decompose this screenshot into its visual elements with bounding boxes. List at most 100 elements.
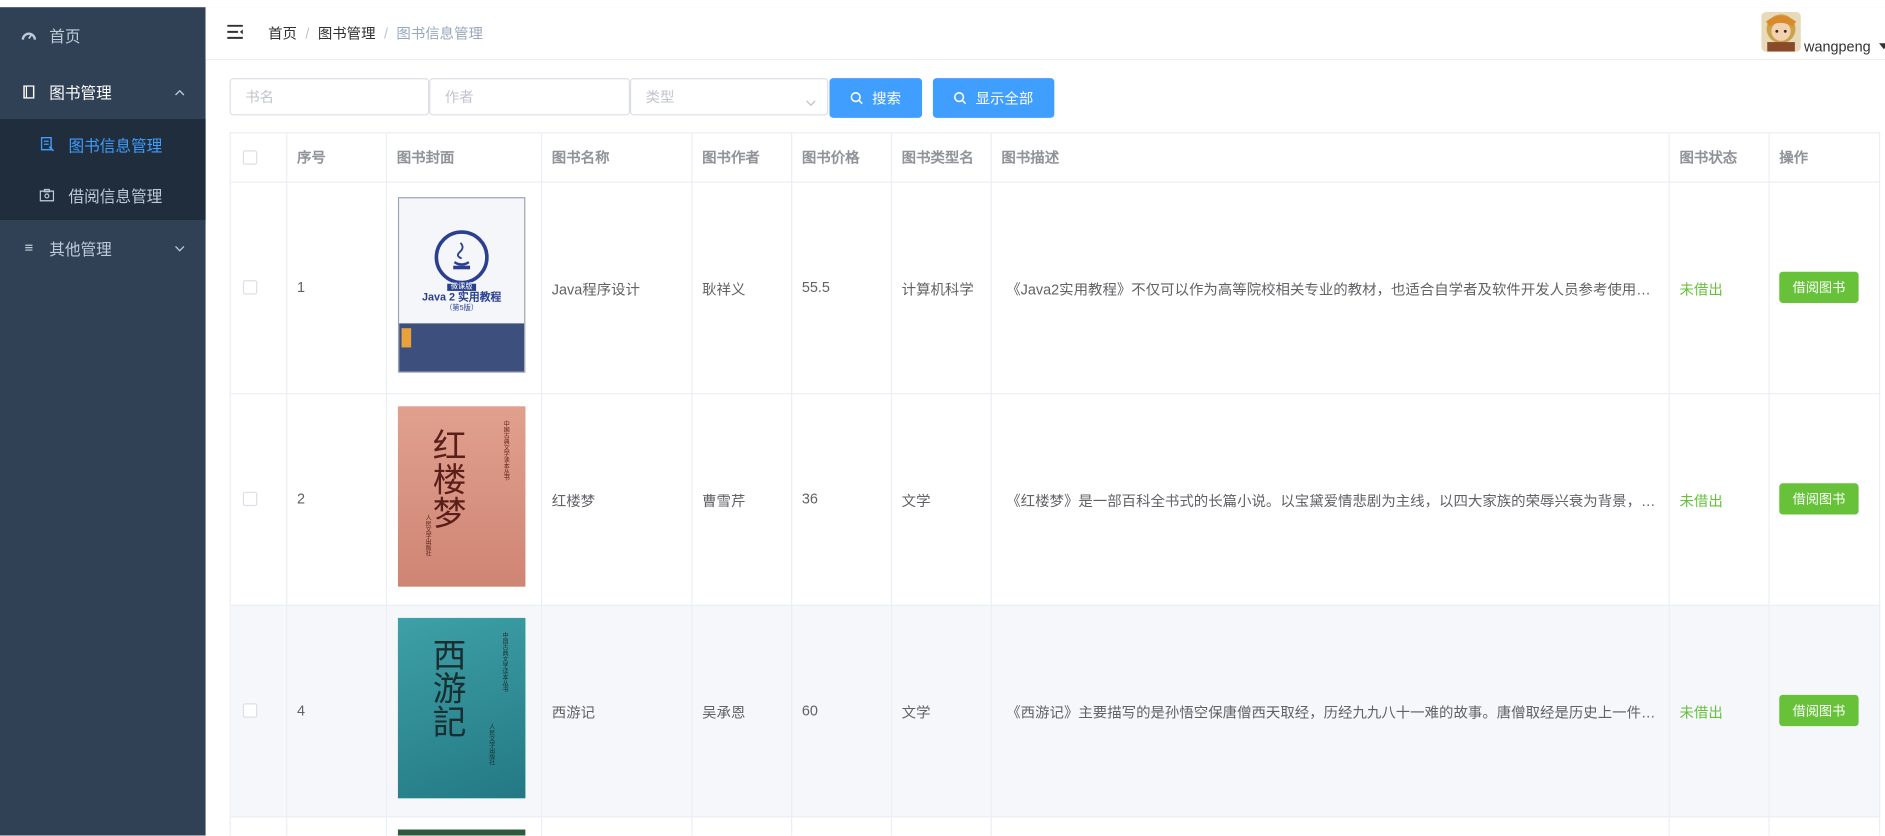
row-checkbox[interactable] <box>242 703 258 718</box>
breadcrumb: 首页 / 图书管理 / 图书信息管理 <box>268 23 483 43</box>
cell-type: 文学 <box>901 492 931 510</box>
breadcrumb-current: 图书信息管理 <box>396 25 483 43</box>
borrow-book-button[interactable]: 借阅图书 <box>1779 271 1859 303</box>
row-divider <box>230 393 1881 395</box>
sidebar-subitem-label: 图书信息管理 <box>68 136 163 155</box>
search-button-label: 搜索 <box>872 90 902 107</box>
search-button[interactable]: 搜索 <box>829 78 923 118</box>
book-cover-java: 微课版 Java 2 实用教程 （第5版） <box>397 197 526 373</box>
col-divider <box>1668 133 1670 836</box>
select-all-checkbox[interactable] <box>242 150 258 165</box>
cell-price: 60 <box>801 702 818 719</box>
cell-type: 文学 <box>901 704 931 722</box>
column-header-action[interactable]: 操作 <box>1779 133 1808 181</box>
book-submenu: 图书信息管理 借阅信息管理 <box>0 119 206 221</box>
col-divider <box>540 133 543 836</box>
book-cover-hongloumeng: 红楼梦 中国古典文学读本丛书 人民文学出版社 <box>397 406 526 587</box>
type-select-input[interactable] <box>631 79 828 115</box>
cell-author: 耿祥义 <box>702 281 746 299</box>
column-header-author[interactable]: 图书作者 <box>702 133 760 181</box>
navbar: 首页 / 图书管理 / 图书信息管理 wangpeng <box>205 7 1885 61</box>
sidebar-item-book-info[interactable]: 图书信息管理 <box>0 119 206 169</box>
column-header-status[interactable]: 图书状态 <box>1679 133 1737 181</box>
cover-series: 中国古典文学读本丛书 <box>501 632 509 693</box>
column-header-id[interactable]: 序号 <box>297 133 326 181</box>
cell-name: 西游记 <box>551 704 596 722</box>
sidebar-item-home[interactable]: 首页 <box>0 7 206 62</box>
cell-id: 2 <box>296 490 305 508</box>
java-logo-icon <box>434 230 489 285</box>
cover-title: 红楼梦 <box>427 427 468 529</box>
cell-author: 吴承恩 <box>702 704 746 722</box>
author-input[interactable] <box>430 79 629 115</box>
sidebar-item-borrow-info[interactable]: 借阅信息管理 <box>0 170 206 220</box>
col-divider <box>691 133 693 836</box>
cell-author: 曹雪芹 <box>702 492 746 510</box>
chevron-up-icon <box>174 82 185 100</box>
list-icon <box>22 240 36 254</box>
cell-description: 《西游记》主要描写的是孙悟空保唐僧西天取经，历经九九八十一难的故事。唐僧取经是历… <box>1006 704 1663 722</box>
sidebar-item-label: 图书管理 <box>49 83 112 102</box>
breadcrumb-book-management[interactable]: 图书管理 <box>318 23 376 43</box>
sidebar-subitem-label: 借阅信息管理 <box>68 186 163 205</box>
book-name-field[interactable] <box>229 78 430 116</box>
row-divider <box>230 604 1881 606</box>
cell-name: Java程序设计 <box>551 281 641 299</box>
sidebar-item-label: 首页 <box>49 27 81 46</box>
sidebar-item-other-management[interactable]: 其他管理 <box>0 220 206 275</box>
column-header-cover[interactable]: 图书封面 <box>397 133 455 181</box>
sidebar: 首页 图书管理 图书信息管理 借阅信息管理 其他管理 <box>0 7 206 836</box>
show-all-button[interactable]: 显示全部 <box>932 78 1055 118</box>
search-icon <box>954 91 967 105</box>
row-checkbox[interactable] <box>242 280 258 295</box>
cover-edition: （第5版） <box>445 305 479 313</box>
search-icon <box>851 91 864 105</box>
cell-name: 红楼梦 <box>551 492 596 510</box>
col-divider <box>791 133 793 836</box>
dashboard-icon <box>21 28 37 42</box>
hamburger-icon[interactable] <box>227 24 244 40</box>
row-checkbox[interactable] <box>242 491 258 507</box>
sidebar-item-book-management[interactable]: 图书管理 <box>0 64 206 119</box>
borrow-icon <box>39 188 55 202</box>
col-divider <box>990 133 992 836</box>
column-header-price[interactable]: 图书价格 <box>802 133 860 181</box>
sidebar-item-label: 其他管理 <box>49 239 112 258</box>
book-table: 序号 图书封面 图书名称 图书作者 图书价格 图书类型名 图书描述 图书状态 操… <box>229 132 1881 836</box>
breadcrumb-home[interactable]: 首页 <box>268 23 297 43</box>
chevron-down-icon <box>174 238 185 256</box>
column-header-name[interactable]: 图书名称 <box>552 133 610 181</box>
cell-price: 55.5 <box>801 278 830 296</box>
cover-publisher: 人民文学出版社 <box>424 514 432 557</box>
cell-id: 4 <box>296 702 305 719</box>
author-field[interactable] <box>429 78 630 116</box>
cell-id: 1 <box>296 278 305 296</box>
type-select[interactable] <box>629 78 829 116</box>
book-cover-xiyouji: 西游記 中国古典文学读本丛书 人民文学出版社 <box>397 617 526 799</box>
breadcrumb-separator: / <box>305 24 310 42</box>
avatar[interactable] <box>1761 12 1801 52</box>
cell-description: 《红楼梦》是一部百科全书式的长篇小说。以宝黛爱情悲剧为主线，以四大家族的荣辱兴衰… <box>1006 492 1662 510</box>
book-name-input[interactable] <box>230 79 428 115</box>
breadcrumb-separator: / <box>383 24 388 42</box>
column-header-description[interactable]: 图书描述 <box>1001 133 1059 181</box>
column-header-type[interactable]: 图书类型名 <box>902 133 974 181</box>
col-divider <box>286 133 288 836</box>
book-cover-partial <box>397 829 526 836</box>
row-divider <box>230 181 1881 183</box>
caret-down-icon[interactable] <box>1879 43 1885 50</box>
status-badge: 未借出 <box>1679 281 1723 299</box>
col-divider <box>1768 133 1770 836</box>
row-divider <box>230 816 1881 818</box>
book-info-icon <box>40 137 54 152</box>
cover-publisher: 人民文学出版社 <box>488 723 496 766</box>
status-badge: 未借出 <box>1679 492 1723 510</box>
username[interactable]: wangpeng <box>1804 38 1871 55</box>
borrow-book-button[interactable]: 借阅图书 <box>1779 483 1859 515</box>
cell-price: 36 <box>801 490 818 508</box>
cell-type: 计算机科学 <box>901 281 974 299</box>
chevron-down-icon <box>805 91 816 110</box>
borrow-book-button[interactable]: 借阅图书 <box>1779 694 1859 727</box>
cell-description: 《Java2实用教程》不仅可以作为高等院校相关专业的教材，也适合自学者及软件开发… <box>1006 281 1663 299</box>
show-all-button-label: 显示全部 <box>975 90 1034 107</box>
